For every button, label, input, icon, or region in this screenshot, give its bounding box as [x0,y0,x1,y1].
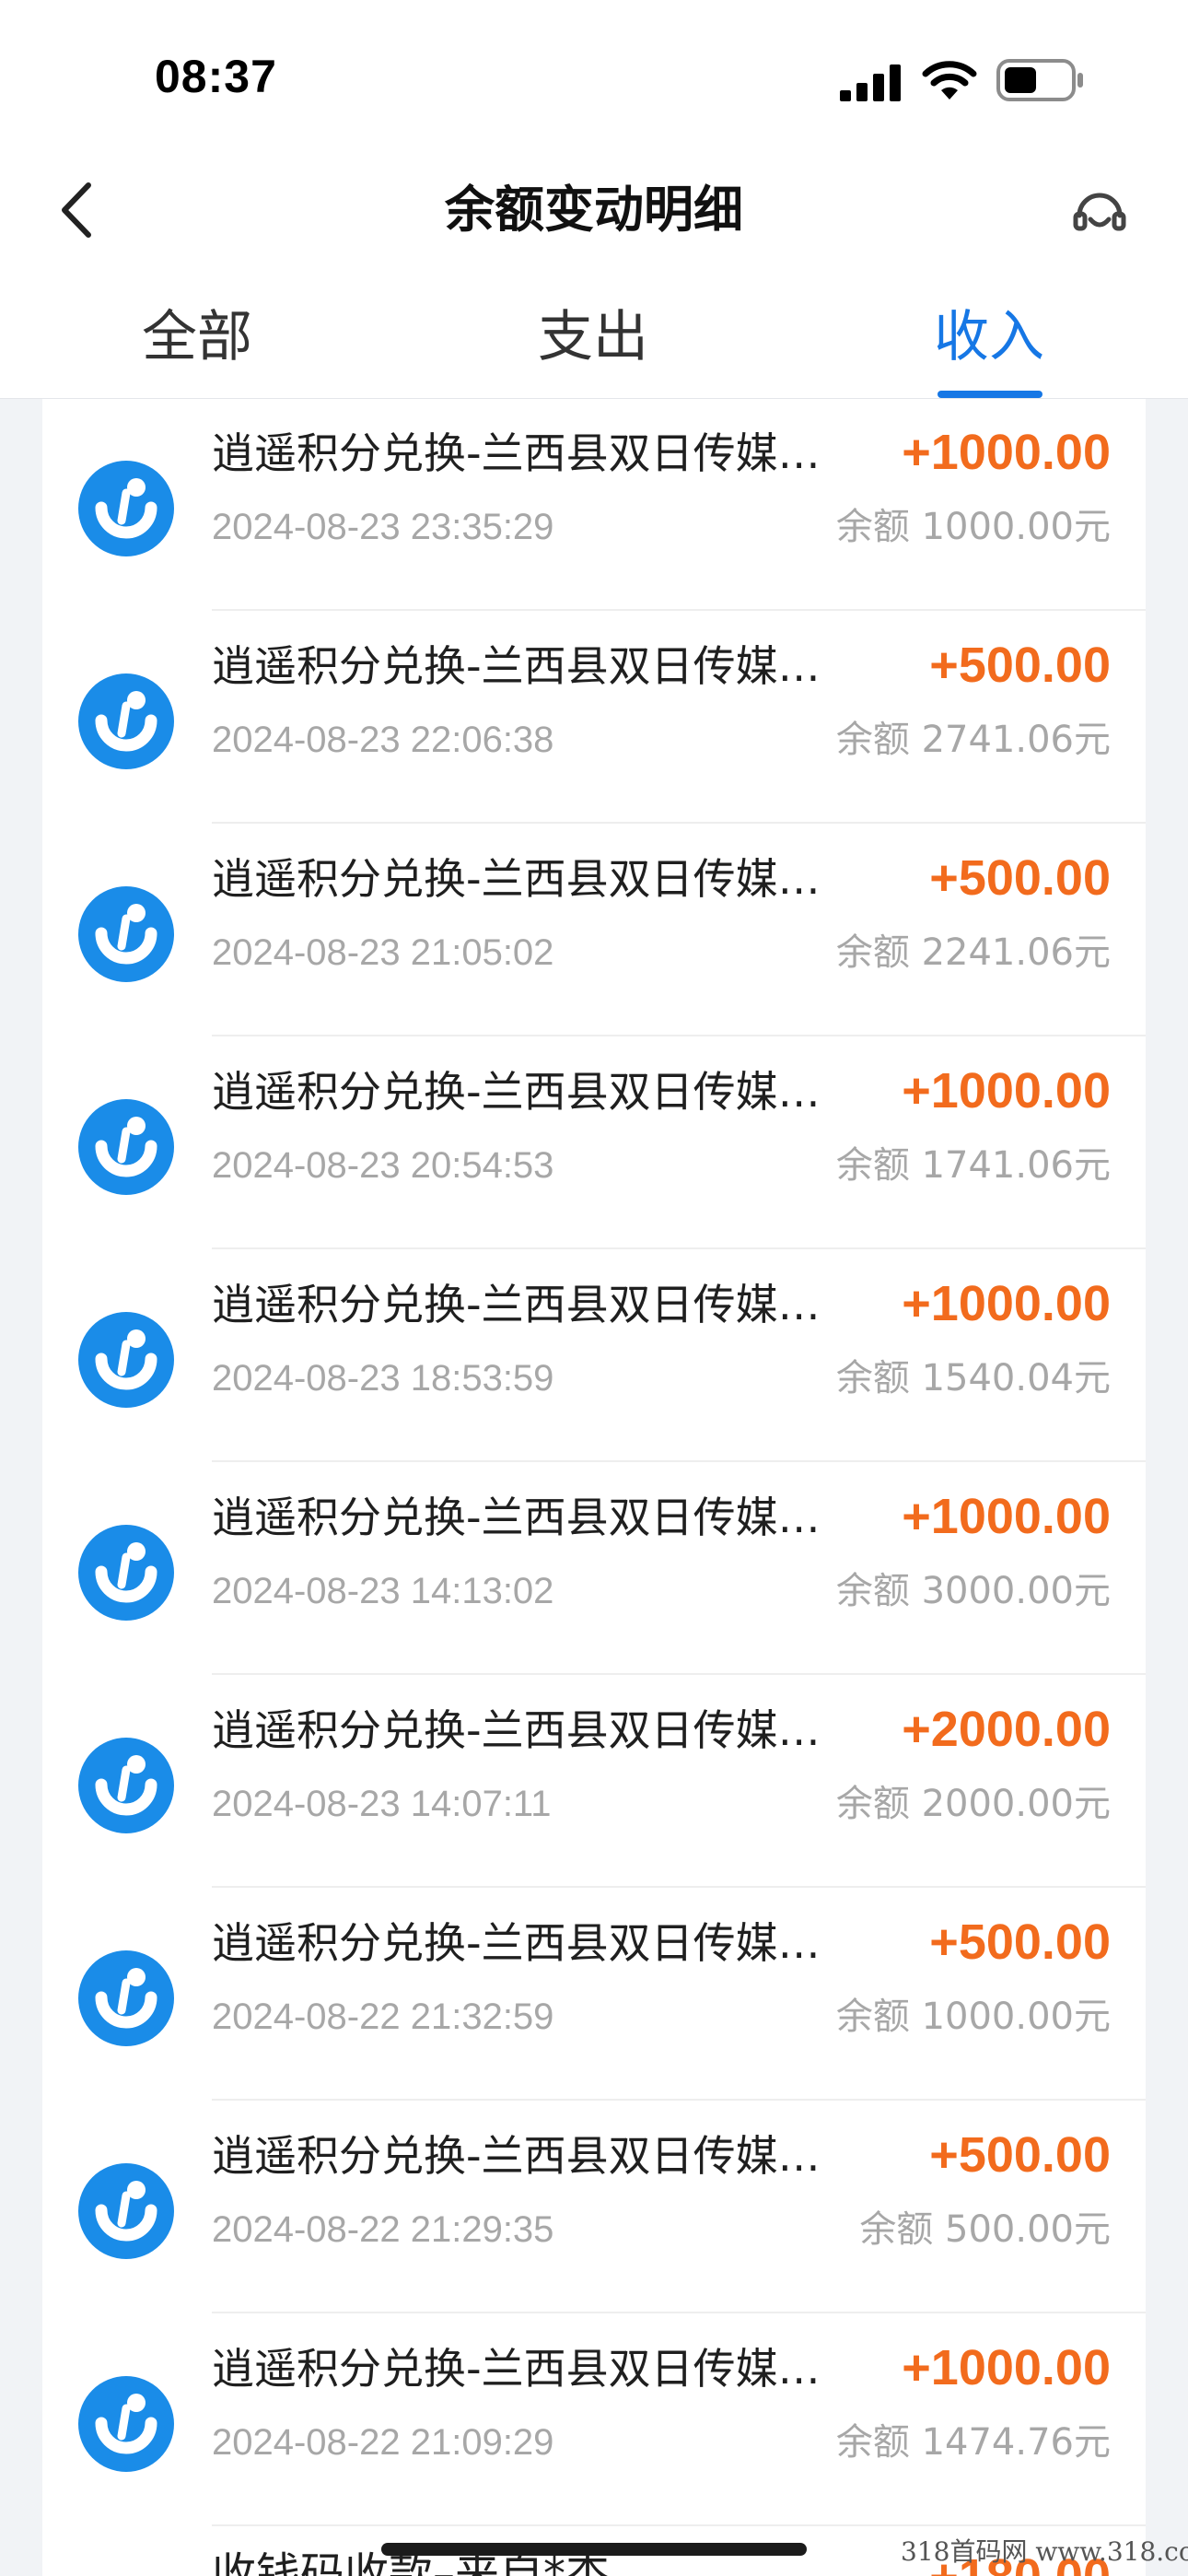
transaction-time: 2024-08-23 22:06:38 [212,720,554,760]
transaction-amount: +1000.00 [902,1489,1111,1544]
transaction-amount: +500.00 [929,850,1111,906]
app-logo-icon [78,1099,174,1195]
header-area: 08:37 余额变动明细 全部 支出 收入 [0,0,1188,399]
home-indicator[interactable] [381,2543,807,2556]
transaction-row[interactable]: 逍遥积分兑换-兰西县双日传媒… +500.00 2024-08-23 22:06… [42,611,1146,824]
status-time: 08:37 [155,51,277,102]
customer-service-button[interactable] [1065,177,1135,247]
transaction-amount: +500.00 [929,1914,1111,1970]
transaction-time: 2024-08-23 14:13:02 [212,1571,554,1611]
page-title: 余额变动明细 [445,181,743,239]
transaction-list: 逍遥积分兑换-兰西县双日传媒… +1000.00 2024-08-23 23:3… [42,398,1146,2576]
transaction-title: 逍遥积分兑换-兰西县双日传媒… [212,641,821,691]
transaction-row[interactable]: 逍遥积分兑换-兰西县双日传媒… +1000.00 2024-08-23 14:1… [42,1462,1146,1675]
transaction-row[interactable]: 逍遥积分兑换-兰西县双日传媒… +500.00 2024-08-22 21:29… [42,2101,1146,2313]
app-logo-icon [78,2376,174,2472]
transaction-balance: 余额 2241.06元 [835,931,1111,974]
transaction-title: 逍遥积分兑换-兰西县双日传媒… [212,854,821,904]
transaction-balance: 余额 2741.06元 [835,719,1111,761]
headset-icon [1073,193,1126,231]
transaction-amount: +500.00 [929,2127,1111,2183]
transaction-time: 2024-08-23 21:05:02 [212,932,554,973]
app-logo-icon [78,461,174,556]
divider [212,2524,1146,2526]
transaction-balance: 余额 2000.00元 [835,1783,1111,1825]
transaction-title: 逍遥积分兑换-兰西县双日传媒… [212,2131,821,2181]
transaction-row[interactable]: 逍遥积分兑换-兰西县双日传媒… +1000.00 2024-08-23 20:5… [42,1036,1146,1249]
app-logo-icon [78,673,174,769]
tab-all[interactable]: 全部 [87,300,308,374]
app-logo-icon [78,1312,174,1408]
transaction-time: 2024-08-23 18:53:59 [212,1358,554,1399]
transaction-amount: +1000.00 [902,425,1111,480]
transaction-balance: 余额 500.00元 [859,2208,1111,2251]
tab-income[interactable]: 收入 [879,300,1100,374]
transaction-title: 逍遥积分兑换-兰西县双日传媒… [212,428,821,478]
transaction-title: 逍遥积分兑换-兰西县双日传媒… [212,1705,821,1755]
app-logo-icon [78,1525,174,1621]
app-logo-icon [78,2163,174,2259]
transaction-amount: +2000.00 [902,1702,1111,1757]
transaction-time: 2024-08-22 21:29:35 [212,2209,554,2250]
transaction-title: 逍遥积分兑换-兰西县双日传媒… [212,1493,821,1542]
transaction-time: 2024-08-23 14:07:11 [212,1784,552,1824]
transaction-balance: 余额 1741.06元 [835,1144,1111,1187]
transaction-balance: 余额 1000.00元 [835,506,1111,548]
transaction-row[interactable]: 逍遥积分兑换-兰西县双日传媒… +500.00 2024-08-22 21:32… [42,1888,1146,2101]
transaction-time: 2024-08-22 21:32:59 [212,1996,554,2037]
transaction-row[interactable]: 逍遥积分兑换-兰西县双日传媒… +1000.00 2024-08-23 18:5… [42,1249,1146,1462]
transaction-time: 2024-08-23 20:54:53 [212,1145,554,1186]
active-tab-indicator [938,391,1042,398]
transaction-amount: +1000.00 [902,1063,1111,1118]
transaction-row[interactable]: 逍遥积分兑换-兰西县双日传媒… +1000.00 2024-08-22 21:0… [42,2313,1146,2526]
transaction-title: 逍遥积分兑换-兰西县双日传媒… [212,1067,821,1117]
transaction-time: 2024-08-22 21:09:29 [212,2422,554,2463]
transaction-title: 逍遥积分兑换-兰西县双日传媒… [212,1280,821,1329]
transaction-title: 逍遥积分兑换-兰西县双日传媒… [212,1918,821,1968]
transaction-row[interactable]: 逍遥积分兑换-兰西县双日传媒… +1000.00 2024-08-23 23:3… [42,398,1146,611]
transaction-time: 2024-08-23 23:35:29 [212,507,554,547]
app-logo-icon [78,886,174,982]
battery-icon [996,59,1083,101]
transaction-balance: 余额 1000.00元 [835,1996,1111,2038]
cellular-signal-icon [840,64,901,101]
transaction-amount: +1000.00 [902,2340,1111,2395]
transaction-amount: +500.00 [929,638,1111,693]
app-logo-icon [78,1738,174,1833]
transaction-balance: 余额 1474.76元 [835,2421,1111,2464]
transaction-row[interactable]: 逍遥积分兑换-兰西县双日传媒… +500.00 2024-08-23 21:05… [42,824,1146,1036]
transaction-title: 逍遥积分兑换-兰西县双日传媒… [212,2344,821,2394]
tab-expense[interactable]: 支出 [483,300,704,374]
transaction-balance: 余额 1540.04元 [835,1357,1111,1399]
transaction-row[interactable]: 逍遥积分兑换-兰西县双日传媒… +2000.00 2024-08-23 14:0… [42,1675,1146,1888]
app-logo-icon [78,1950,174,2046]
watermark: 318首码网 www.318.com [901,2536,1188,2567]
transaction-balance: 余额 3000.00元 [835,1570,1111,1612]
transaction-amount: +1000.00 [902,1276,1111,1331]
wifi-icon [922,61,977,100]
